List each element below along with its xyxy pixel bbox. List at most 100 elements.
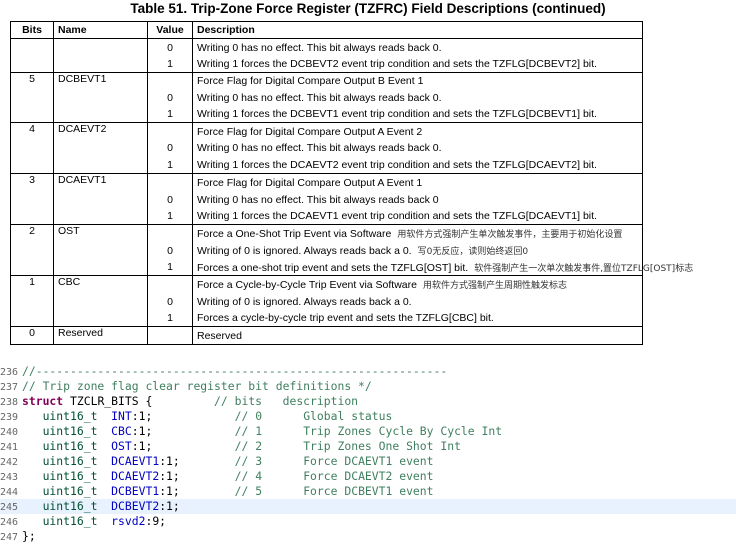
handwritten-note: 用软件方式强制产生单次触发事件，主要用于初始化设置 bbox=[397, 230, 623, 240]
code-text: }; bbox=[22, 529, 36, 543]
code-line: 238 struct TZCLR_BITS { // bits descripti… bbox=[0, 394, 736, 409]
cell-description: Writing 0 has no effect. This bit always… bbox=[192, 191, 643, 208]
cell-description: Writing of 0 is ignored. Always reads ba… bbox=[192, 293, 643, 310]
description-text: Force a Cycle-by-Cycle Trip Event via So… bbox=[197, 279, 417, 291]
cell-description: Writing 1 forces the DCBEVT2 event trip … bbox=[192, 56, 643, 73]
description-text: Writing 1 forces the DCAEVT1 event trip … bbox=[197, 210, 597, 222]
table-title: Table 51. Trip-Zone Force Register (TZFR… bbox=[130, 1, 606, 16]
code-line: 241 uint16_t OST:1; // 2 Trip Zones One … bbox=[0, 439, 736, 454]
table-body: 0 Writing 0 has no effect. This bit alway… bbox=[10, 38, 693, 345]
table-row: 0 Reserved Reserved bbox=[10, 326, 643, 345]
field-description-table: Bits Name Value Description 0 Writing 0 h… bbox=[10, 21, 693, 345]
cell-bits: 2 bbox=[10, 224, 54, 276]
table-row: 5 DCBEVT1 Force Flag for Digital Compare O… bbox=[10, 72, 643, 123]
cell-description: Writing of 0 is ignored. Always reads ba… bbox=[192, 242, 643, 259]
cell-description: Force a One-Shot Trip Event via Software… bbox=[192, 224, 643, 242]
cell-description: Writing 0 has no effect. This bit always… bbox=[192, 140, 643, 156]
code-text: uint16_t DCBEVT1:1; // 5 Force DCBEVT1 e… bbox=[42, 484, 434, 498]
cell-value: 1 bbox=[147, 310, 193, 327]
code-text: //--------------------------------------… bbox=[22, 364, 448, 378]
cell-value: 1 bbox=[147, 56, 193, 73]
line-number: 243 bbox=[0, 472, 19, 483]
cell-description: Writing 0 has no effect. This bit always… bbox=[192, 38, 643, 56]
line-number: 246 bbox=[0, 517, 19, 528]
table-row: 2 OST Force a One-Shot Trip Event via Soft… bbox=[10, 224, 643, 276]
cell-value: 1 bbox=[147, 106, 193, 123]
code-line: 239 uint16_t INT:1; // 0 Global status bbox=[0, 409, 736, 424]
line-number: 238 bbox=[0, 397, 19, 408]
cell-bits: 1 bbox=[10, 275, 54, 327]
cell-value bbox=[147, 275, 193, 293]
code-line: 245 uint16_t DCBEVT2:1; bbox=[0, 499, 736, 514]
code-text: uint16_t CBC:1; // 1 Trip Zones Cycle By… bbox=[42, 424, 503, 438]
cell-name: DCAEVT1 bbox=[53, 173, 148, 225]
handwritten-note: 用软件方式强制产生周期性触发标志 bbox=[423, 281, 568, 291]
cell-value: 0 bbox=[147, 293, 193, 310]
cell-value: 0 bbox=[147, 242, 193, 259]
table-row: 3 DCAEVT1 Force Flag for Digital Compare O… bbox=[10, 173, 643, 225]
cell-value bbox=[147, 326, 193, 345]
handwritten-note: 写0无反应，读则始终返回0 bbox=[417, 247, 529, 257]
cell-value bbox=[147, 224, 193, 242]
cell-description: Force Flag for Digital Compare Output A … bbox=[192, 173, 643, 191]
line-number: 241 bbox=[0, 442, 19, 453]
line-number: 247 bbox=[0, 532, 19, 543]
line-number: 236 bbox=[0, 367, 19, 378]
header-bits: Bits bbox=[10, 21, 54, 39]
handwritten-note: 软件强制产生一次单次触发事件,置位TZFLG[OST]标志 bbox=[474, 263, 694, 274]
description-text: Force Flag for Digital Compare Output B … bbox=[197, 75, 424, 87]
line-number: 240 bbox=[0, 427, 19, 438]
cell-description: Forces a cycle-by-cycle trip event and s… bbox=[192, 310, 643, 327]
code-line: 243 uint16_t DCAEVT2:1; // 4 Force DCAEV… bbox=[0, 469, 736, 484]
code-text: uint16_t rsvd2:9; bbox=[42, 514, 167, 528]
code-line: 242 uint16_t DCAEVT1:1; // 3 Force DCAEV… bbox=[0, 454, 736, 469]
code-text: uint16_t DCBEVT2:1; bbox=[42, 499, 180, 513]
cell-value bbox=[147, 72, 193, 89]
cell-value: 0 bbox=[147, 38, 193, 56]
description-text: Writing 0 has no effect. This bit always… bbox=[197, 41, 442, 54]
code-text: uint16_t OST:1; // 2 Trip Zones One Shot… bbox=[42, 439, 461, 453]
cell-description: Force Flag for Digital Compare Output A … bbox=[192, 122, 643, 140]
cell-value bbox=[147, 122, 193, 140]
cell-name: Reserved bbox=[53, 326, 148, 345]
code-line: 237// Trip zone flag clear register bit … bbox=[0, 379, 736, 394]
cell-description: Writing 1 forces the DCBEVT1 event trip … bbox=[192, 106, 643, 123]
cell-value: 1 bbox=[147, 259, 193, 276]
cell-value bbox=[147, 173, 193, 191]
cell-value: 1 bbox=[147, 208, 193, 225]
code-line: 247}; bbox=[0, 529, 736, 544]
table-row: 4 DCAEVT2 Force Flag for Digital Compare O… bbox=[10, 122, 643, 174]
cell-value: 0 bbox=[147, 140, 193, 156]
description-text: Writing 0 has no effect. This bit always… bbox=[197, 91, 442, 104]
code-editor: 236//-----------------------------------… bbox=[0, 364, 736, 544]
cell-value: 0 bbox=[147, 89, 193, 106]
header-name: Name bbox=[53, 21, 148, 39]
code-line: 244 uint16_t DCBEVT1:1; // 5 Force DCBEV… bbox=[0, 484, 736, 499]
cell-name: CBC bbox=[53, 275, 148, 327]
line-number: 244 bbox=[0, 487, 19, 498]
description-text: Reserved bbox=[197, 329, 242, 342]
description-text: Force a One-Shot Trip Event via Software bbox=[197, 228, 392, 240]
header-value: Value bbox=[147, 21, 193, 39]
description-text: Writing of 0 is ignored. Always reads ba… bbox=[197, 295, 412, 308]
code-line: 246 uint16_t rsvd2:9; bbox=[0, 514, 736, 529]
description-text: Forces a one-shot trip event and sets th… bbox=[197, 261, 469, 274]
cell-description: Reserved bbox=[192, 326, 643, 345]
code-text: // Trip zone flag clear register bit def… bbox=[22, 379, 372, 393]
cell-bits: 5 bbox=[10, 72, 54, 123]
cell-bits: 4 bbox=[10, 122, 54, 174]
cell-bits bbox=[10, 38, 54, 73]
cell-description: Writing 1 forces the DCAEVT1 event trip … bbox=[192, 208, 643, 225]
cell-name: OST bbox=[53, 224, 148, 276]
description-text: Writing 1 forces the DCBEVT1 event trip … bbox=[197, 108, 597, 120]
cell-bits: 0 bbox=[10, 326, 54, 345]
description-text: Writing 1 forces the DCBEVT2 event trip … bbox=[197, 58, 597, 70]
cell-name bbox=[53, 38, 148, 73]
cell-description: Force a Cycle-by-Cycle Trip Event via So… bbox=[192, 275, 643, 293]
table-header-row: Bits Name Value Description bbox=[10, 21, 643, 39]
cell-name: DCBEVT1 bbox=[53, 72, 148, 123]
cell-name: DCAEVT2 bbox=[53, 122, 148, 174]
cell-value: 1 bbox=[147, 156, 193, 174]
description-text: Writing of 0 is ignored. Always reads ba… bbox=[197, 245, 412, 257]
cell-bits: 3 bbox=[10, 173, 54, 225]
